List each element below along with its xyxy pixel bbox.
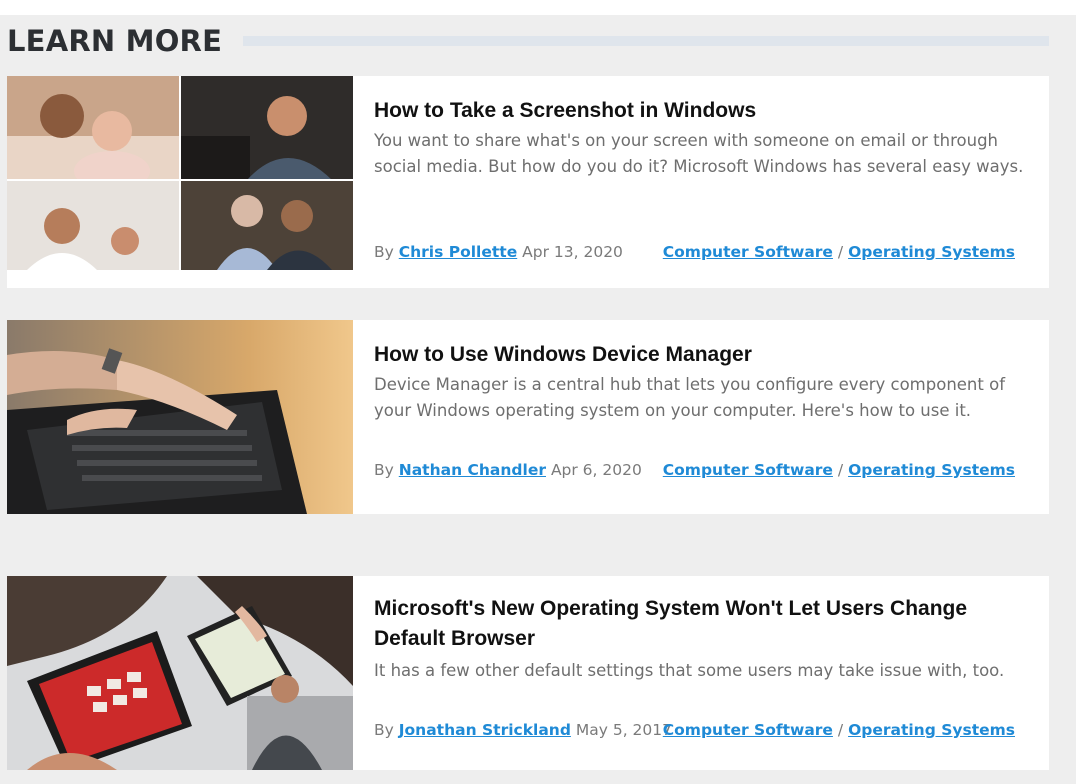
category-link-computer-software[interactable]: Computer Software xyxy=(663,243,833,261)
by-label: By xyxy=(374,461,394,479)
category-link-operating-systems[interactable]: Operating Systems xyxy=(848,243,1015,261)
by-label: By xyxy=(374,721,394,739)
article-card[interactable]: Microsoft's New Operating System Won't L… xyxy=(7,576,1049,770)
category-link-computer-software[interactable]: Computer Software xyxy=(663,461,833,479)
article-description: Device Manager is a central hub that let… xyxy=(374,375,1006,420)
category-separator: / xyxy=(837,461,844,479)
author-link[interactable]: Nathan Chandler xyxy=(399,461,546,479)
by-label: By xyxy=(374,243,394,261)
section-heading: LEARN MORE xyxy=(7,24,223,58)
article-title[interactable]: How to Use Windows Device Manager xyxy=(374,340,1025,370)
article-card[interactable]: How to Use Windows Device Manager Device… xyxy=(7,320,1049,514)
article-thumbnail-keyboard[interactable] xyxy=(7,320,353,514)
article-title[interactable]: How to Take a Screenshot in Windows xyxy=(374,96,1025,126)
article-card[interactable]: How to Take a Screenshot in Windows You … xyxy=(7,76,1049,288)
category-link-operating-systems[interactable]: Operating Systems xyxy=(848,721,1015,739)
category-link-computer-software[interactable]: Computer Software xyxy=(663,721,833,739)
article-date: Apr 13, 2020 xyxy=(522,243,623,261)
heading-divider xyxy=(243,36,1049,46)
article-description: You want to share what's on your screen … xyxy=(374,131,1024,176)
learn-more-section: LEARN MORE How to Take a Screenshot in W… xyxy=(0,15,1076,784)
article-thumbnail-tablets[interactable] xyxy=(7,576,353,770)
category-separator: / xyxy=(837,243,844,261)
author-link[interactable]: Jonathan Strickland xyxy=(399,721,571,739)
article-date: May 5, 2017 xyxy=(575,721,673,739)
article-thumbnail-video-call[interactable] xyxy=(7,76,353,270)
article-title[interactable]: Microsoft's New Operating System Won't L… xyxy=(374,594,1025,654)
article-date: Apr 6, 2020 xyxy=(550,461,642,479)
category-separator: / xyxy=(837,721,844,739)
article-description: It has a few other default settings that… xyxy=(374,661,1005,680)
category-link-operating-systems[interactable]: Operating Systems xyxy=(848,461,1015,479)
author-link[interactable]: Chris Pollette xyxy=(399,243,517,261)
